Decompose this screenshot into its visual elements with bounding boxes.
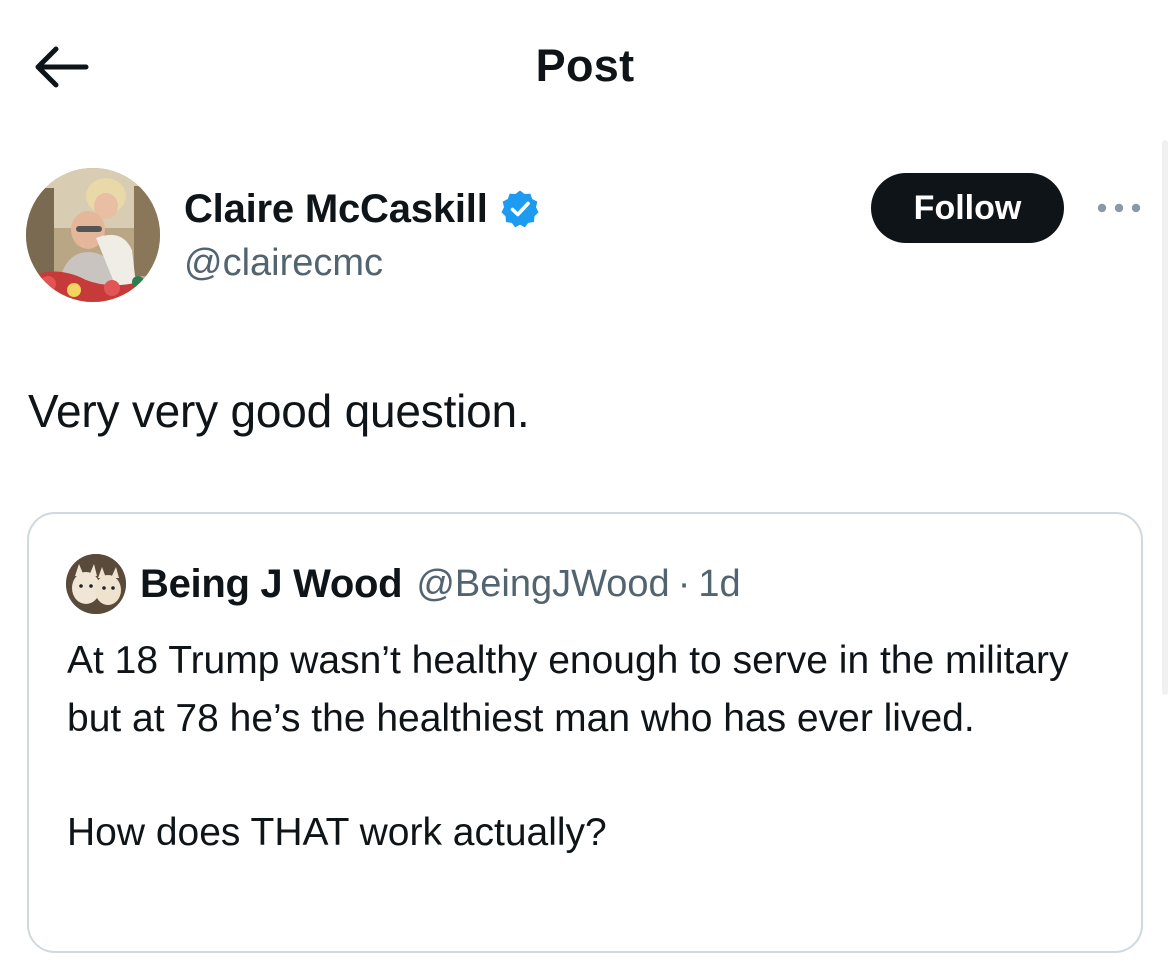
scrollbar[interactable] (1162, 140, 1168, 695)
author-handle[interactable]: @clairecmc (184, 242, 383, 285)
quoted-post-text: At 18 Trump wasn’t healthy enough to ser… (67, 632, 1127, 862)
quoted-post-header: Being J Wood @BeingJWood · 1d (66, 554, 741, 614)
more-options-button[interactable] (1094, 190, 1144, 226)
dot-separator: · (677, 562, 691, 605)
quoted-paragraph: How does THAT work actually? (67, 811, 607, 854)
quoted-avatar (66, 554, 126, 614)
top-bar: Post (0, 0, 1170, 135)
avatar[interactable] (26, 168, 160, 302)
quoted-display-name: Being J Wood (140, 561, 403, 606)
post-author: Claire McCaskill @clairecmc Follow (26, 168, 1156, 308)
post-text: Very very good question. (28, 385, 530, 437)
display-name[interactable]: Claire McCaskill (184, 187, 488, 232)
avatar-photo (26, 168, 160, 302)
more-horizontal-icon (1097, 203, 1141, 213)
page-title: Post (535, 40, 635, 91)
quoted-handle: @BeingJWood (416, 562, 670, 605)
quoted-paragraph: At 18 Trump wasn’t healthy enough to ser… (67, 639, 1069, 740)
quoted-timestamp: 1d (698, 562, 741, 605)
verified-badge-icon[interactable] (500, 189, 540, 229)
quoted-post[interactable]: Being J Wood @BeingJWood · 1d At 18 Trum… (27, 512, 1143, 953)
follow-button[interactable]: Follow (871, 173, 1064, 243)
name-row: Claire McCaskill (184, 184, 540, 234)
